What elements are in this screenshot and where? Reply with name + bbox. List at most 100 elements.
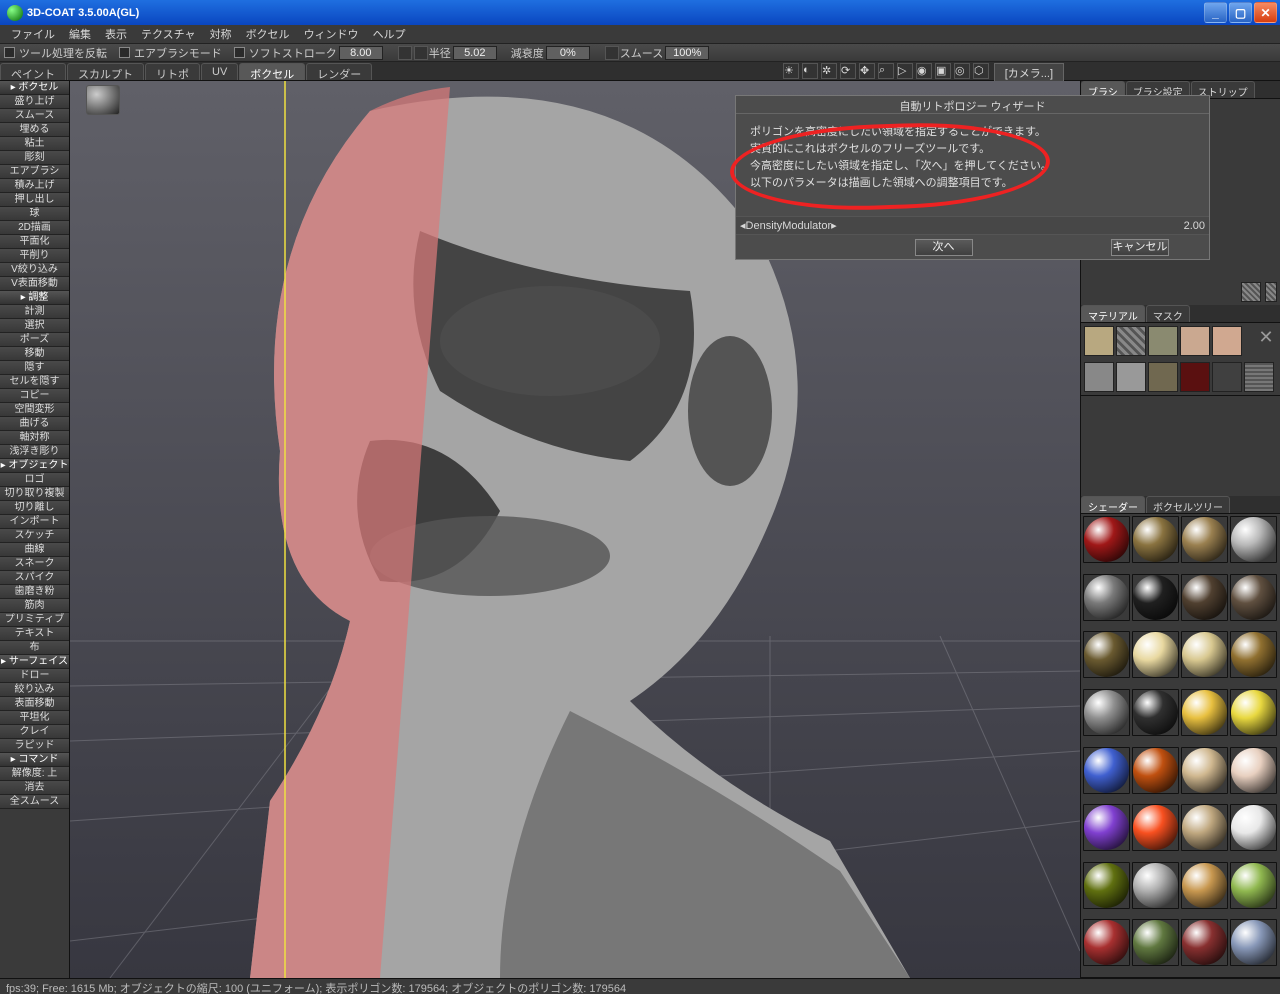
material-swatch[interactable] xyxy=(1084,326,1114,356)
menu-item[interactable]: ウィンドウ xyxy=(297,24,366,44)
brush-preview-icon[interactable] xyxy=(86,85,120,115)
tool-button[interactable]: 空間変形 xyxy=(0,403,69,417)
tool-button[interactable]: 軸対称 xyxy=(0,431,69,445)
shader-swatch[interactable] xyxy=(1132,631,1179,678)
tool-button[interactable]: 球 xyxy=(0,207,69,221)
vicon-2[interactable]: ◐ xyxy=(802,63,818,79)
material-swatch[interactable] xyxy=(1244,362,1274,392)
depth-value[interactable]: 0% xyxy=(546,46,590,60)
tool-button[interactable]: 全スムース xyxy=(0,795,69,809)
shader-swatch[interactable] xyxy=(1132,862,1179,909)
lock-icon[interactable] xyxy=(414,46,428,60)
tool-invert-checkbox[interactable] xyxy=(4,47,15,58)
tool-button[interactable]: プリミティブ xyxy=(0,613,69,627)
vicon-3[interactable]: ✲ xyxy=(821,63,837,79)
tool-button[interactable]: 盛り上げ xyxy=(0,95,69,109)
vicon-9[interactable]: ▣ xyxy=(935,63,951,79)
shader-swatch[interactable] xyxy=(1181,919,1228,966)
material-swatch[interactable] xyxy=(1148,326,1178,356)
minimize-button[interactable]: _ xyxy=(1204,2,1227,23)
shader-swatch[interactable] xyxy=(1230,862,1277,909)
material-swatch[interactable] xyxy=(1212,326,1242,356)
tool-button[interactable]: 解像度: 上 xyxy=(0,767,69,781)
tool-button[interactable]: テキスト xyxy=(0,627,69,641)
shader-swatch[interactable] xyxy=(1132,574,1179,621)
tool-button[interactable]: クレイ xyxy=(0,725,69,739)
main-tab[interactable]: リトポ xyxy=(145,63,200,80)
tool-button[interactable]: セルを隠す xyxy=(0,375,69,389)
menu-item[interactable]: ヘルプ xyxy=(366,24,413,44)
tool-button[interactable]: 切り離し xyxy=(0,501,69,515)
shader-swatch[interactable] xyxy=(1083,747,1130,794)
tool-button[interactable]: 積み上げ xyxy=(0,179,69,193)
main-tab[interactable]: ボクセル xyxy=(239,63,305,80)
shader-tab[interactable]: ボクセルツリー xyxy=(1146,496,1230,513)
material-swatch[interactable] xyxy=(1116,326,1146,356)
shader-swatch[interactable] xyxy=(1181,574,1228,621)
material-swatch[interactable] xyxy=(1212,362,1242,392)
shader-swatch[interactable] xyxy=(1132,516,1179,563)
airbrush-checkbox[interactable] xyxy=(119,47,130,58)
main-tab[interactable]: レンダー xyxy=(306,63,372,80)
tool-button[interactable]: 表面移動 xyxy=(0,697,69,711)
tool-button[interactable]: V絞り込み xyxy=(0,263,69,277)
radius-value[interactable]: 5.02 xyxy=(453,46,497,60)
shader-swatch[interactable] xyxy=(1181,747,1228,794)
shader-swatch[interactable] xyxy=(1181,516,1228,563)
vicon-5[interactable]: ✥ xyxy=(859,63,875,79)
shader-swatch[interactable] xyxy=(1181,804,1228,851)
menu-item[interactable]: 対称 xyxy=(203,24,239,44)
tool-button[interactable]: 移動 xyxy=(0,347,69,361)
shader-swatch[interactable] xyxy=(1230,919,1277,966)
vicon-4[interactable]: ⟳ xyxy=(840,63,856,79)
tool-button[interactable]: エアブラシ xyxy=(0,165,69,179)
tool-button[interactable]: 曲線 xyxy=(0,543,69,557)
shader-swatch[interactable] xyxy=(1083,574,1130,621)
tool-button[interactable]: 消去 xyxy=(0,781,69,795)
tool-button[interactable]: 彫刻 xyxy=(0,151,69,165)
wizard-param-row[interactable]: ◂DensityModulator▸ 2.00 xyxy=(736,216,1209,234)
vicon-1[interactable]: ☀ xyxy=(783,63,799,79)
softstroke-value[interactable]: 8.00 xyxy=(339,46,383,60)
tool-button[interactable]: 浅浮き彫り xyxy=(0,445,69,459)
tool-button[interactable]: 選択 xyxy=(0,319,69,333)
tool-button[interactable]: 歯磨き粉 xyxy=(0,585,69,599)
tool-button[interactable]: 布 xyxy=(0,641,69,655)
softstroke-checkbox[interactable] xyxy=(234,47,245,58)
tool-button[interactable]: V表面移動 xyxy=(0,277,69,291)
vicon-10[interactable]: ◎ xyxy=(954,63,970,79)
vicon-6[interactable]: ⌕ xyxy=(878,63,894,79)
tool-button[interactable]: スパイク xyxy=(0,571,69,585)
tool-button[interactable]: 平面化 xyxy=(0,235,69,249)
material-swatch[interactable] xyxy=(1180,326,1210,356)
vicon-7[interactable]: ▷ xyxy=(897,63,913,79)
tool-button[interactable]: 隠す xyxy=(0,361,69,375)
tool-group-header[interactable]: ▸ コマンド xyxy=(0,753,69,767)
shader-swatch[interactable] xyxy=(1230,516,1277,563)
tool-button[interactable]: インポート xyxy=(0,515,69,529)
shader-swatch[interactable] xyxy=(1083,689,1130,736)
menu-item[interactable]: ボクセル xyxy=(239,24,297,44)
tool-button[interactable]: 埋める xyxy=(0,123,69,137)
maximize-button[interactable]: ▢ xyxy=(1229,2,1252,23)
menu-item[interactable]: 表示 xyxy=(98,24,134,44)
tool-button[interactable]: ドロー xyxy=(0,669,69,683)
material-tab[interactable]: マテリアル xyxy=(1081,305,1145,322)
wizard-next-button[interactable]: 次へ xyxy=(915,239,973,256)
preset-bar-icon[interactable] xyxy=(1265,282,1277,302)
shader-swatch[interactable] xyxy=(1181,689,1228,736)
tool-button[interactable]: 平削り xyxy=(0,249,69,263)
tool-button[interactable]: 計測 xyxy=(0,305,69,319)
close-button[interactable]: ✕ xyxy=(1254,2,1277,23)
material-close-icon[interactable]: ✕ xyxy=(1254,325,1278,349)
tool-button[interactable]: ロゴ xyxy=(0,473,69,487)
material-swatch[interactable] xyxy=(1116,362,1146,392)
tool-group-header[interactable]: ▸ サーフェイス xyxy=(0,655,69,669)
shader-swatch[interactable] xyxy=(1083,631,1130,678)
shader-swatch[interactable] xyxy=(1132,689,1179,736)
menu-item[interactable]: ファイル xyxy=(4,24,62,44)
material-swatch[interactable] xyxy=(1180,362,1210,392)
menu-item[interactable]: 編集 xyxy=(62,24,98,44)
preset-slot-icon[interactable] xyxy=(1241,282,1261,302)
shader-swatch[interactable] xyxy=(1230,804,1277,851)
